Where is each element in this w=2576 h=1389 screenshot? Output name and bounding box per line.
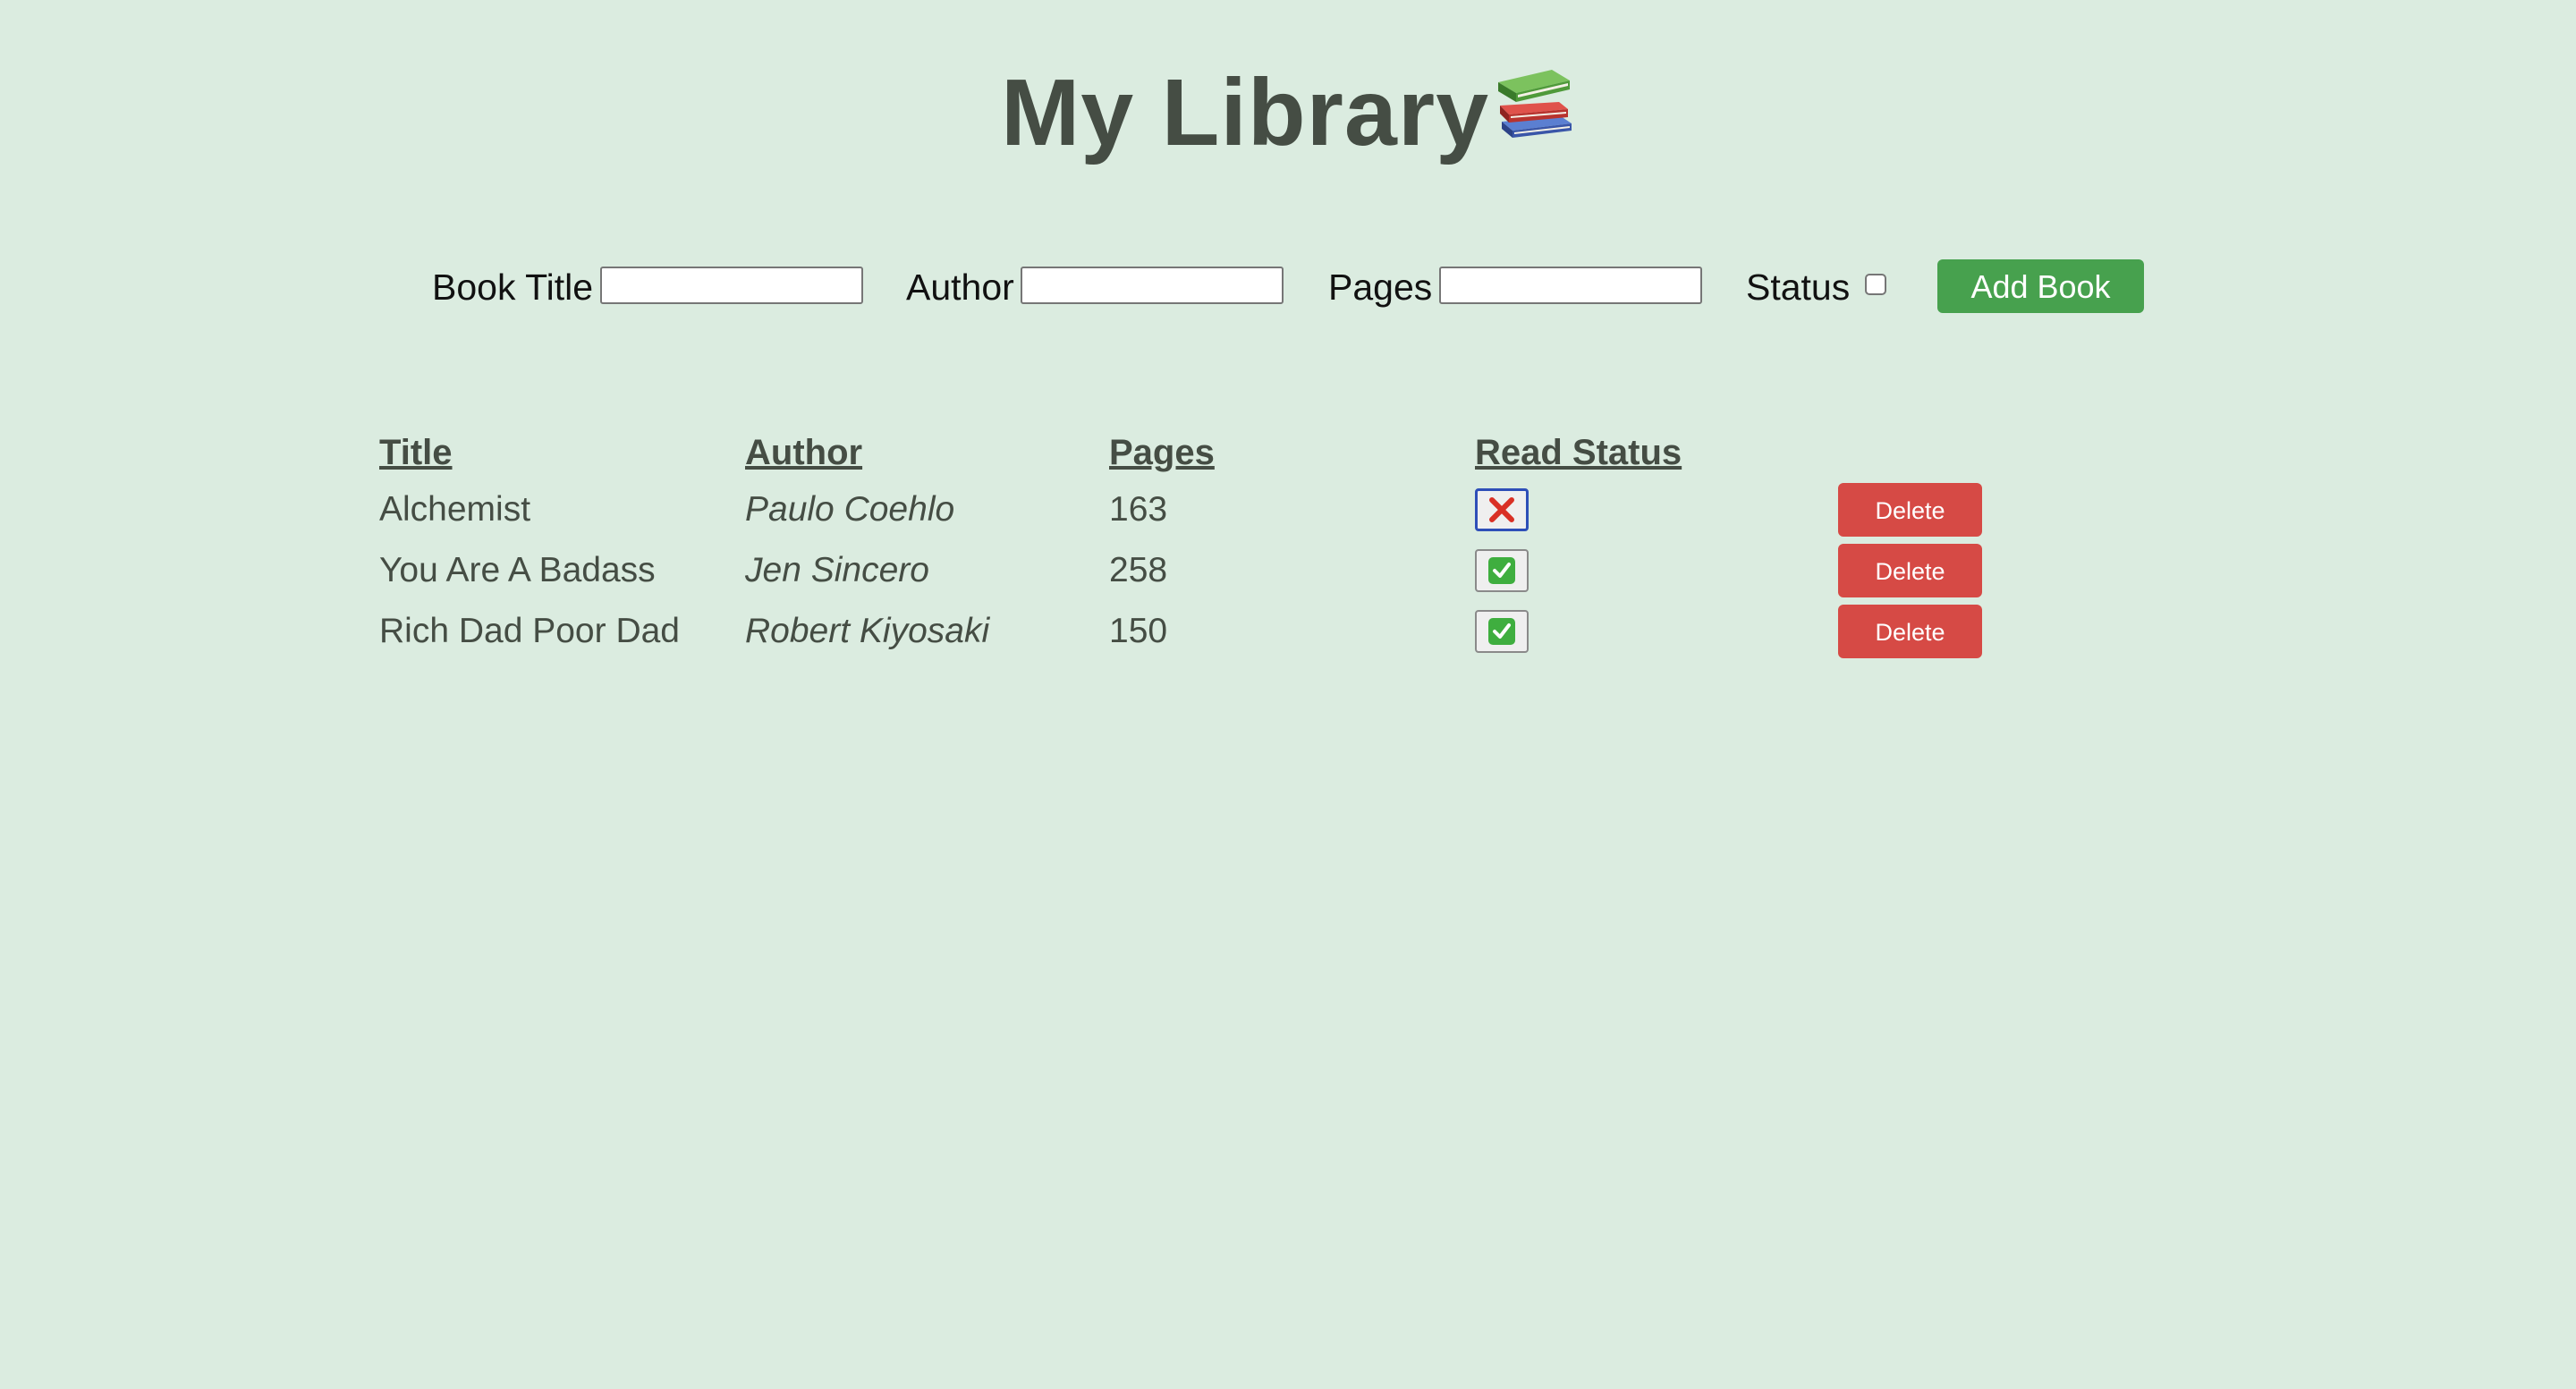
read-status-toggle[interactable] [1475,610,1529,653]
book-author-cell: Jen Sincero [745,551,929,589]
column-header-title: Title [379,433,453,472]
delete-button[interactable]: Delete [1838,544,1982,597]
read-status-toggle[interactable] [1475,549,1529,592]
delete-button[interactable]: Delete [1838,605,1982,658]
book-title-cell: You Are A Badass [379,551,656,589]
book-title-cell: Alchemist [379,490,531,529]
book-pages-cell: 163 [1109,490,1168,529]
read-status-toggle[interactable] [1475,488,1529,531]
book-pages-cell: 150 [1109,612,1168,650]
cross-mark-icon [1489,497,1514,522]
column-header-read-status: Read Status [1475,433,1682,472]
book-author-cell: Robert Kiyosaki [745,612,990,650]
check-mark-icon [1488,557,1515,584]
book-table: Title Author Pages Read Status Alchemist… [0,0,2576,716]
column-header-author: Author [745,433,863,472]
book-author-cell: Paulo Coehlo [745,490,955,529]
book-title-cell: Rich Dad Poor Dad [379,612,680,650]
check-mark-icon [1488,618,1515,645]
delete-button[interactable]: Delete [1838,483,1982,537]
book-pages-cell: 258 [1109,551,1168,589]
column-header-pages: Pages [1109,433,1215,472]
